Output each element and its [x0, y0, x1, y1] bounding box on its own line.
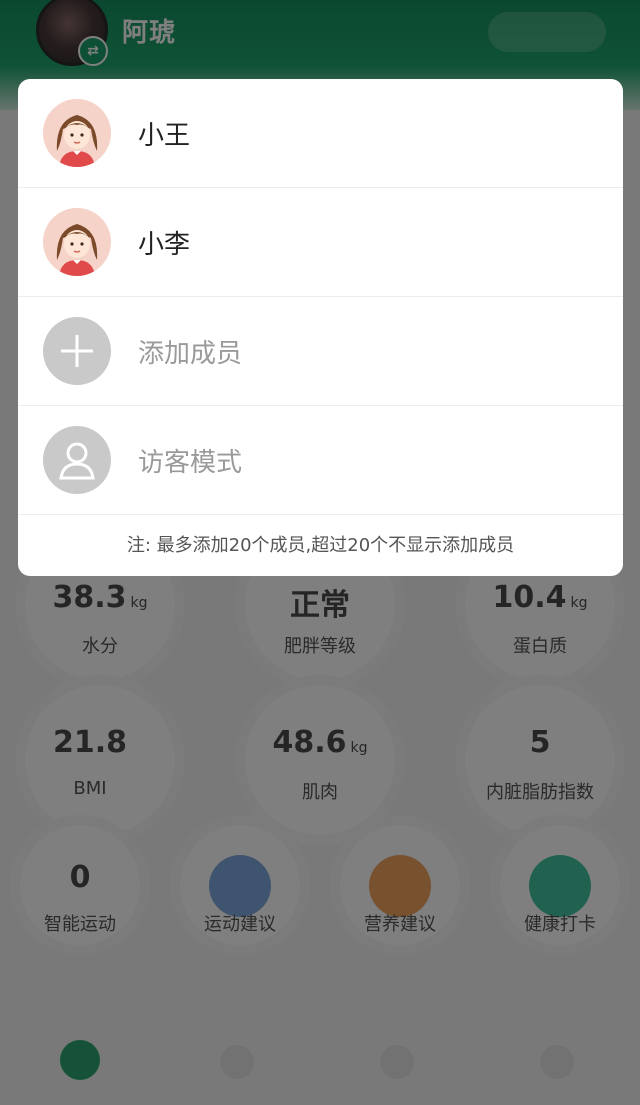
- add-member-row[interactable]: 添加成员: [18, 297, 623, 406]
- member-row[interactable]: 小王: [18, 79, 623, 188]
- guest-mode-label: 访客模式: [138, 448, 243, 478]
- guest-mode-row[interactable]: 访客模式: [18, 406, 623, 515]
- add-member-label: 添加成员: [138, 339, 243, 369]
- girl-avatar-icon: [43, 208, 111, 276]
- girl-avatar-icon: [43, 99, 111, 167]
- member-row[interactable]: 小李: [18, 188, 623, 297]
- member-name: 小李: [138, 230, 191, 260]
- person-icon: [43, 426, 111, 494]
- plus-icon: [43, 317, 111, 385]
- member-switch-popup: 小王 小李 添加成员 访客模式 注: 最多添加20个成员,超过20个不显示添加成…: [18, 79, 623, 576]
- member-name: 小王: [138, 121, 191, 151]
- member-limit-note: 注: 最多添加20个成员,超过20个不显示添加成员: [126, 535, 515, 556]
